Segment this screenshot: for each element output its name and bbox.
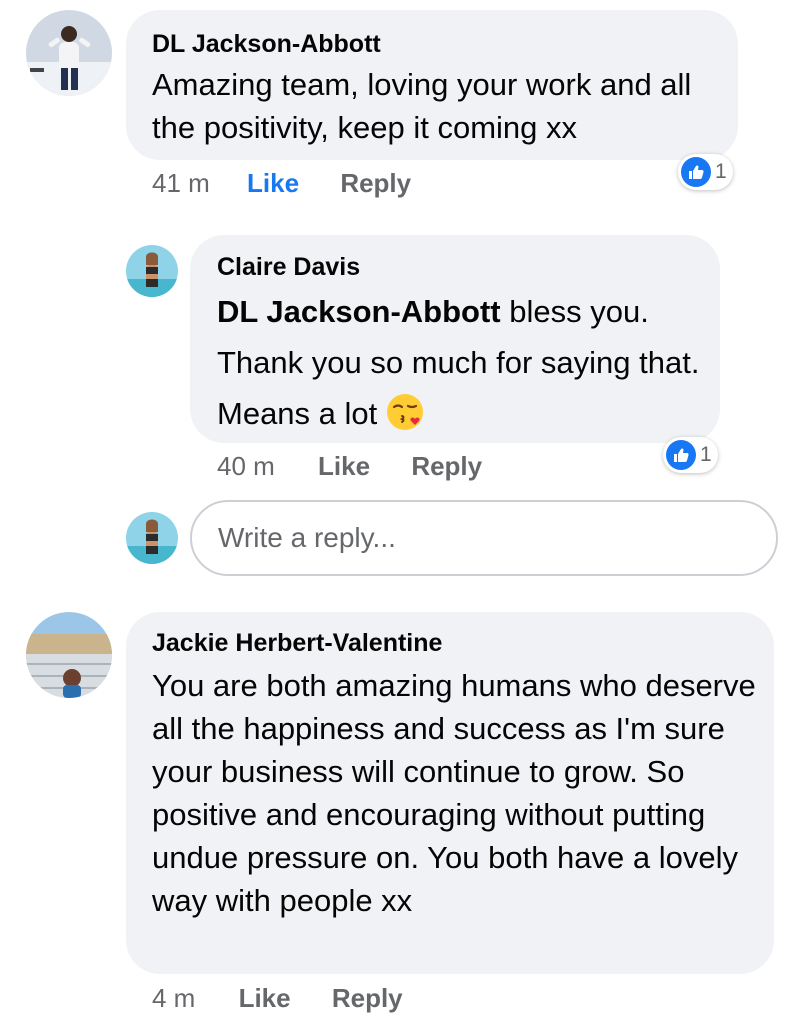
- timestamp[interactable]: 41 m: [152, 168, 210, 198]
- comment-actions: 40 m Like Reply: [217, 451, 482, 482]
- comment-text: Amazing team, loving your work and all t…: [152, 67, 692, 145]
- comment-text: You are both amazing humans who deserve …: [152, 668, 756, 918]
- reply-button[interactable]: Reply: [411, 451, 482, 481]
- reply-input[interactable]: Write a reply...: [190, 500, 778, 576]
- reaction-count: 1: [700, 443, 712, 466]
- reaction-badge[interactable]: 1: [663, 437, 718, 473]
- thumbs-up-icon: [681, 157, 711, 187]
- avatar[interactable]: [26, 612, 112, 698]
- comment-actions: 4 m Like Reply: [152, 983, 403, 1014]
- comment-author[interactable]: DL Jackson-Abbott: [152, 30, 381, 59]
- avatar[interactable]: [26, 10, 112, 96]
- like-button[interactable]: Like: [239, 983, 291, 1013]
- comment-actions: 41 m Like Reply: [152, 168, 411, 199]
- comment-author[interactable]: Claire Davis: [217, 253, 360, 282]
- reply-input-placeholder: Write a reply...: [218, 522, 396, 553]
- comment-text: DL Jackson-Abbott bless you. Thank you s…: [217, 286, 707, 439]
- timestamp[interactable]: 40 m: [217, 451, 275, 481]
- reaction-badge[interactable]: 1: [678, 154, 733, 190]
- like-button[interactable]: Like: [247, 168, 299, 198]
- reaction-count: 1: [715, 160, 727, 183]
- mention-link[interactable]: DL Jackson-Abbott: [217, 294, 501, 329]
- reply-button[interactable]: Reply: [340, 168, 411, 198]
- comment-author[interactable]: Jackie Herbert-Valentine: [152, 629, 442, 658]
- reply-button[interactable]: Reply: [332, 983, 403, 1013]
- avatar[interactable]: [126, 245, 178, 297]
- avatar: [126, 512, 178, 564]
- thumbs-up-icon: [666, 440, 696, 470]
- like-button[interactable]: Like: [318, 451, 370, 481]
- timestamp[interactable]: 4 m: [152, 983, 195, 1013]
- kiss-emoji-icon: [385, 392, 425, 432]
